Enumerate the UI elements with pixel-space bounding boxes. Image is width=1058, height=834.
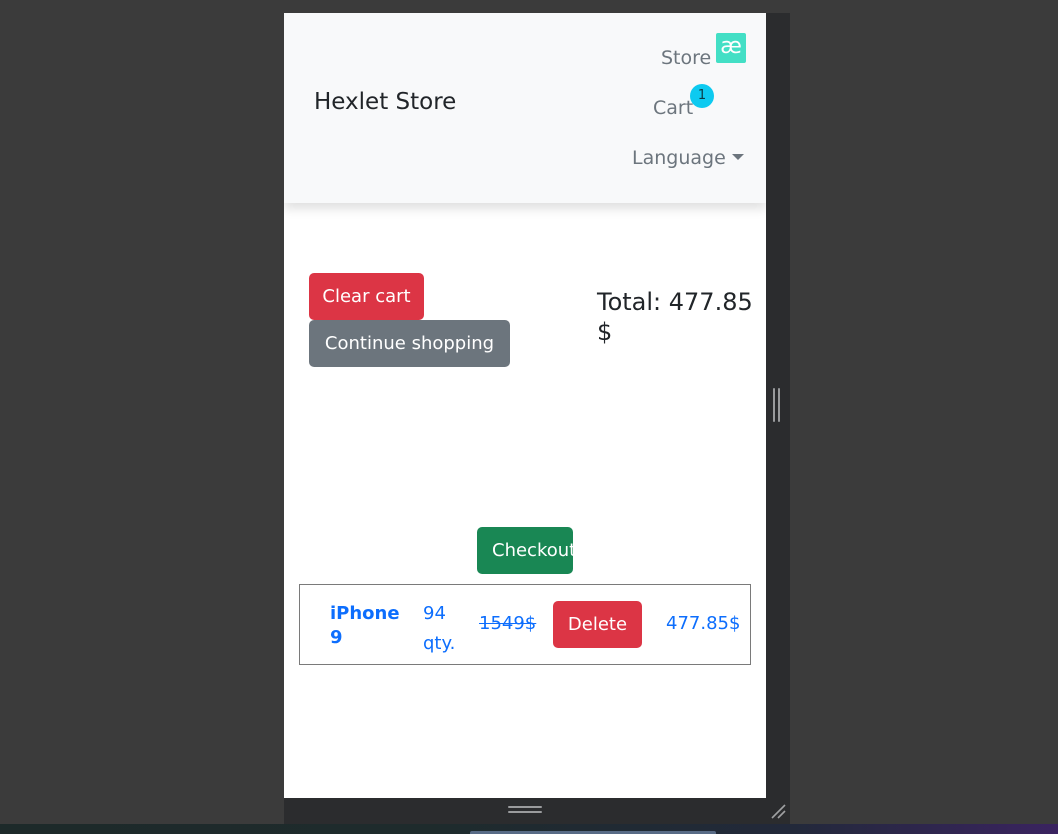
nav-link-store[interactable]: Store [661,47,711,69]
cart-item-row: iPhone 9 94 qty. 1549$ Delete 477.85$ [299,584,751,665]
navbar: Hexlet Store æ Store Cart 1 Language [284,13,766,203]
clear-cart-button[interactable]: Clear cart [309,273,424,320]
cart-item-name[interactable]: iPhone 9 [330,602,400,650]
resize-handle-bottom[interactable] [508,806,542,814]
brand-logo[interactable]: Hexlet Store [314,89,456,115]
nav-link-cart[interactable]: Cart [653,97,693,119]
continue-shopping-button[interactable]: Continue shopping [309,320,510,367]
language-label: Language [632,147,726,169]
page-viewport: Hexlet Store æ Store Cart 1 Language Cle… [284,13,766,798]
cart-item-price: 477.85$ [666,613,741,634]
resize-handle-right[interactable] [773,388,781,422]
ae-ligature-icon[interactable]: æ [716,33,746,63]
language-dropdown[interactable]: Language [632,147,744,169]
taskbar-strip [0,824,1058,834]
delete-item-button[interactable]: Delete [553,601,642,648]
caret-down-icon [731,154,744,160]
responsive-device-frame: Hexlet Store æ Store Cart 1 Language Cle… [284,13,790,824]
cart-item-quantity: 94 qty. [423,603,456,654]
checkout-button[interactable]: Checkout [477,527,573,574]
cart-total: Total: 477.85 $ [597,288,753,346]
resize-corner-grip-icon[interactable] [770,803,786,819]
cart-item-old-price: 1549$ [479,613,537,634]
cart-count-badge: 1 [690,84,714,108]
